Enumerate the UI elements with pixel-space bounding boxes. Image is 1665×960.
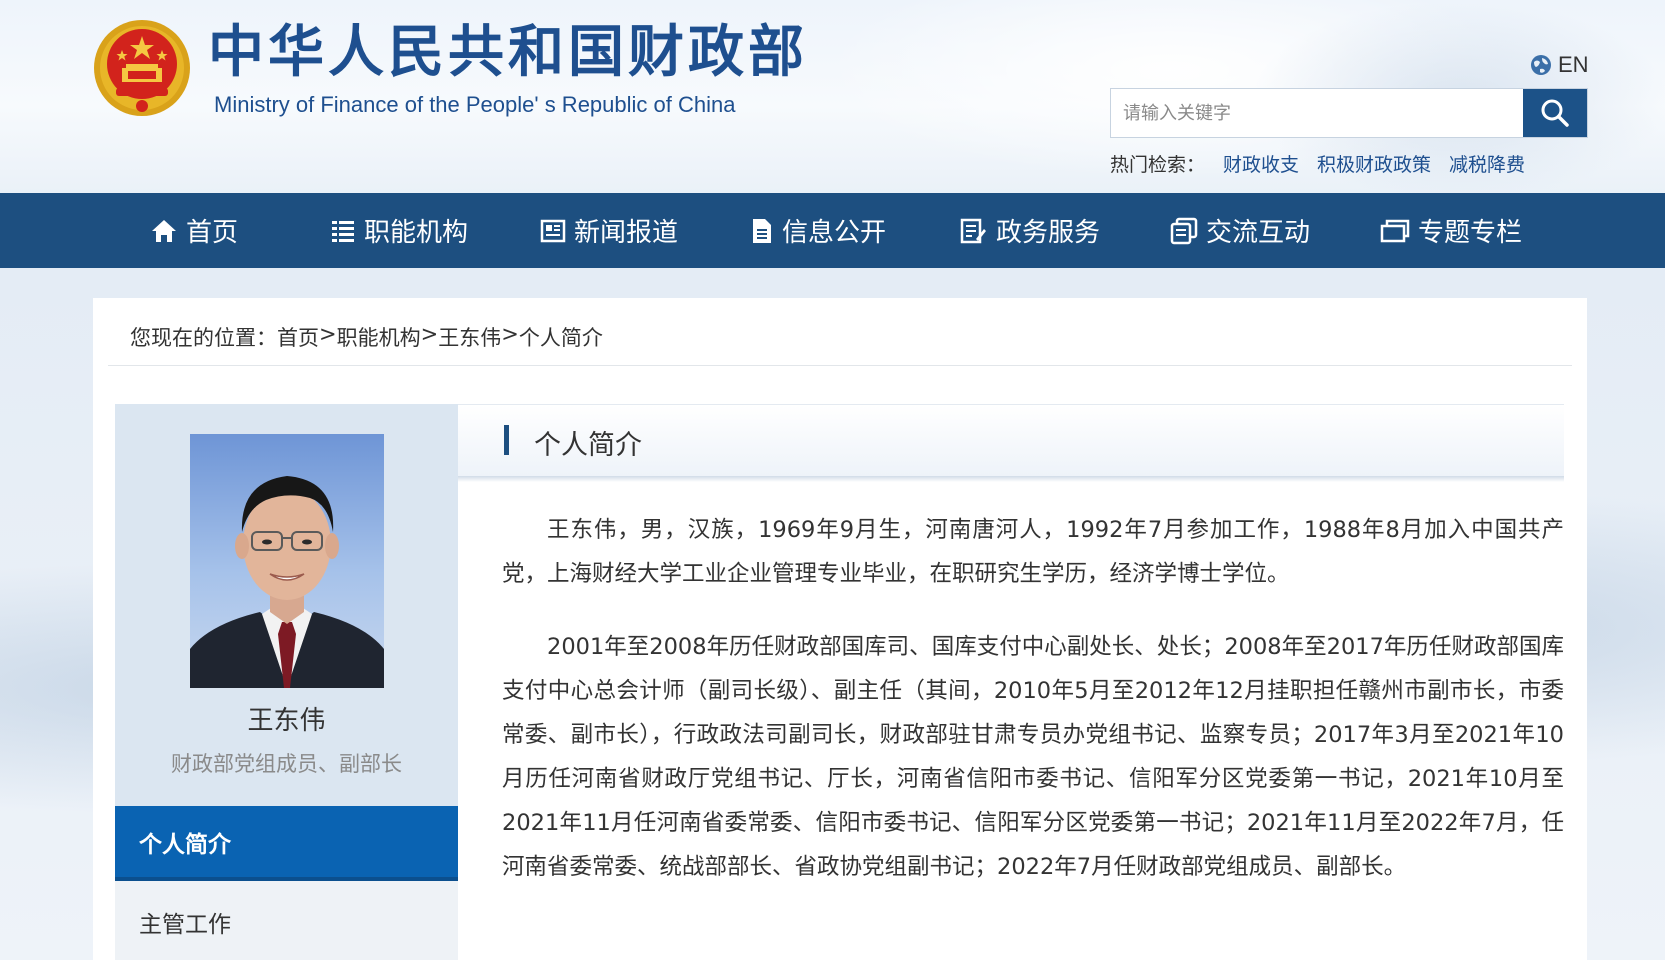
nav-item-label: 首页 xyxy=(186,218,239,248)
portrait-image xyxy=(190,476,384,688)
hot-search-item[interactable]: 财政收支 xyxy=(1223,150,1299,177)
newspaper-icon xyxy=(540,219,566,242)
nav-item-label: 信息公开 xyxy=(782,218,887,248)
breadcrumb: 您现在的位置： 首页 > 职能机构 > 王东伟 > 个人简介 xyxy=(130,322,603,352)
nav-item-interaction[interactable]: 交流互动 xyxy=(1170,212,1380,249)
sidebar-item-responsibilities[interactable]: 主管工作 xyxy=(115,884,458,960)
section-header-shadow xyxy=(458,476,1564,482)
list-icon xyxy=(332,220,354,242)
nav-item-gov-services[interactable]: 政务服务 xyxy=(960,212,1170,249)
biography-paragraph: 2001年至2008年历任财政部国库司、国库支付中心副处长、处长；2008年至2… xyxy=(502,634,1564,880)
breadcrumb-separator: > xyxy=(420,322,439,346)
home-icon xyxy=(152,219,176,242)
breadcrumb-separator: > xyxy=(501,322,519,346)
section-header-bar xyxy=(504,425,509,455)
section-header: 个人简介 xyxy=(458,404,1564,476)
nav-item-label: 交流互动 xyxy=(1206,218,1311,248)
biography-text: 王东伟，男，汉族，1969年9月生，河南唐河人，1992年7月参加工作，1988… xyxy=(502,508,1564,918)
nav-item-label: 新闻报道 xyxy=(574,218,679,248)
hot-search: 热门检索： 财政收支 积极财政政策 减税降费 xyxy=(1110,150,1525,177)
hot-search-item[interactable]: 积极财政政策 xyxy=(1317,150,1431,177)
breadcrumb-prefix: 您现在的位置： xyxy=(130,326,277,350)
language-switch[interactable]: EN xyxy=(1530,52,1589,78)
breadcrumb-item-current[interactable]: 个人简介 xyxy=(519,322,603,352)
nav-item-label: 专题专栏 xyxy=(1418,218,1523,248)
language-label: EN xyxy=(1558,52,1589,77)
hot-search-label: 热门检索： xyxy=(1110,154,1206,176)
service-icon xyxy=(960,218,986,243)
main-navigation: 首页 职能机构 新闻报道 信息公开 政务服务 交流互动 专题专栏 xyxy=(0,193,1665,268)
person-position: 财政部党组成员、副部长 xyxy=(171,752,402,776)
profile-photo xyxy=(190,434,384,688)
nav-item-departments[interactable]: 职能机构 xyxy=(330,212,540,249)
site-title-chinese[interactable]: 中华人民共和国财政部 xyxy=(208,20,808,84)
site-title-english[interactable]: Ministry of Finance of the People' s Rep… xyxy=(214,92,735,118)
breadcrumb-item-person[interactable]: 王东伟 xyxy=(438,322,501,352)
person-name: 王东伟 xyxy=(247,706,326,736)
breadcrumb-divider xyxy=(108,365,1572,366)
search-input[interactable] xyxy=(1111,89,1523,137)
nav-item-info-disclosure[interactable]: 信息公开 xyxy=(750,212,960,249)
breadcrumb-item-home[interactable]: 首页 xyxy=(277,322,319,352)
biography-paragraph: 王东伟，男，汉族，1969年9月生，河南唐河人，1992年7月参加工作，1988… xyxy=(502,517,1564,587)
breadcrumb-item-departments[interactable]: 职能机构 xyxy=(337,322,421,352)
document-icon xyxy=(753,218,771,243)
national-emblem-icon[interactable] xyxy=(92,18,192,118)
breadcrumb-separator: > xyxy=(319,322,337,346)
nav-item-home[interactable]: 首页 xyxy=(150,212,330,249)
chat-icon xyxy=(1170,217,1198,244)
nav-item-news[interactable]: 新闻报道 xyxy=(540,212,750,249)
section-title: 个人简介 xyxy=(534,430,642,461)
sidebar-item-profile[interactable]: 个人简介 xyxy=(115,806,458,881)
window-icon xyxy=(1380,219,1410,242)
nav-item-special-topics[interactable]: 专题专栏 xyxy=(1380,212,1560,249)
search-box xyxy=(1110,88,1588,138)
hot-search-item[interactable]: 减税降费 xyxy=(1449,150,1525,177)
nav-item-label: 政务服务 xyxy=(996,218,1101,248)
search-button[interactable] xyxy=(1523,89,1587,137)
globe-icon xyxy=(1531,55,1551,75)
search-icon xyxy=(1541,99,1569,127)
nav-item-label: 职能机构 xyxy=(364,218,469,248)
